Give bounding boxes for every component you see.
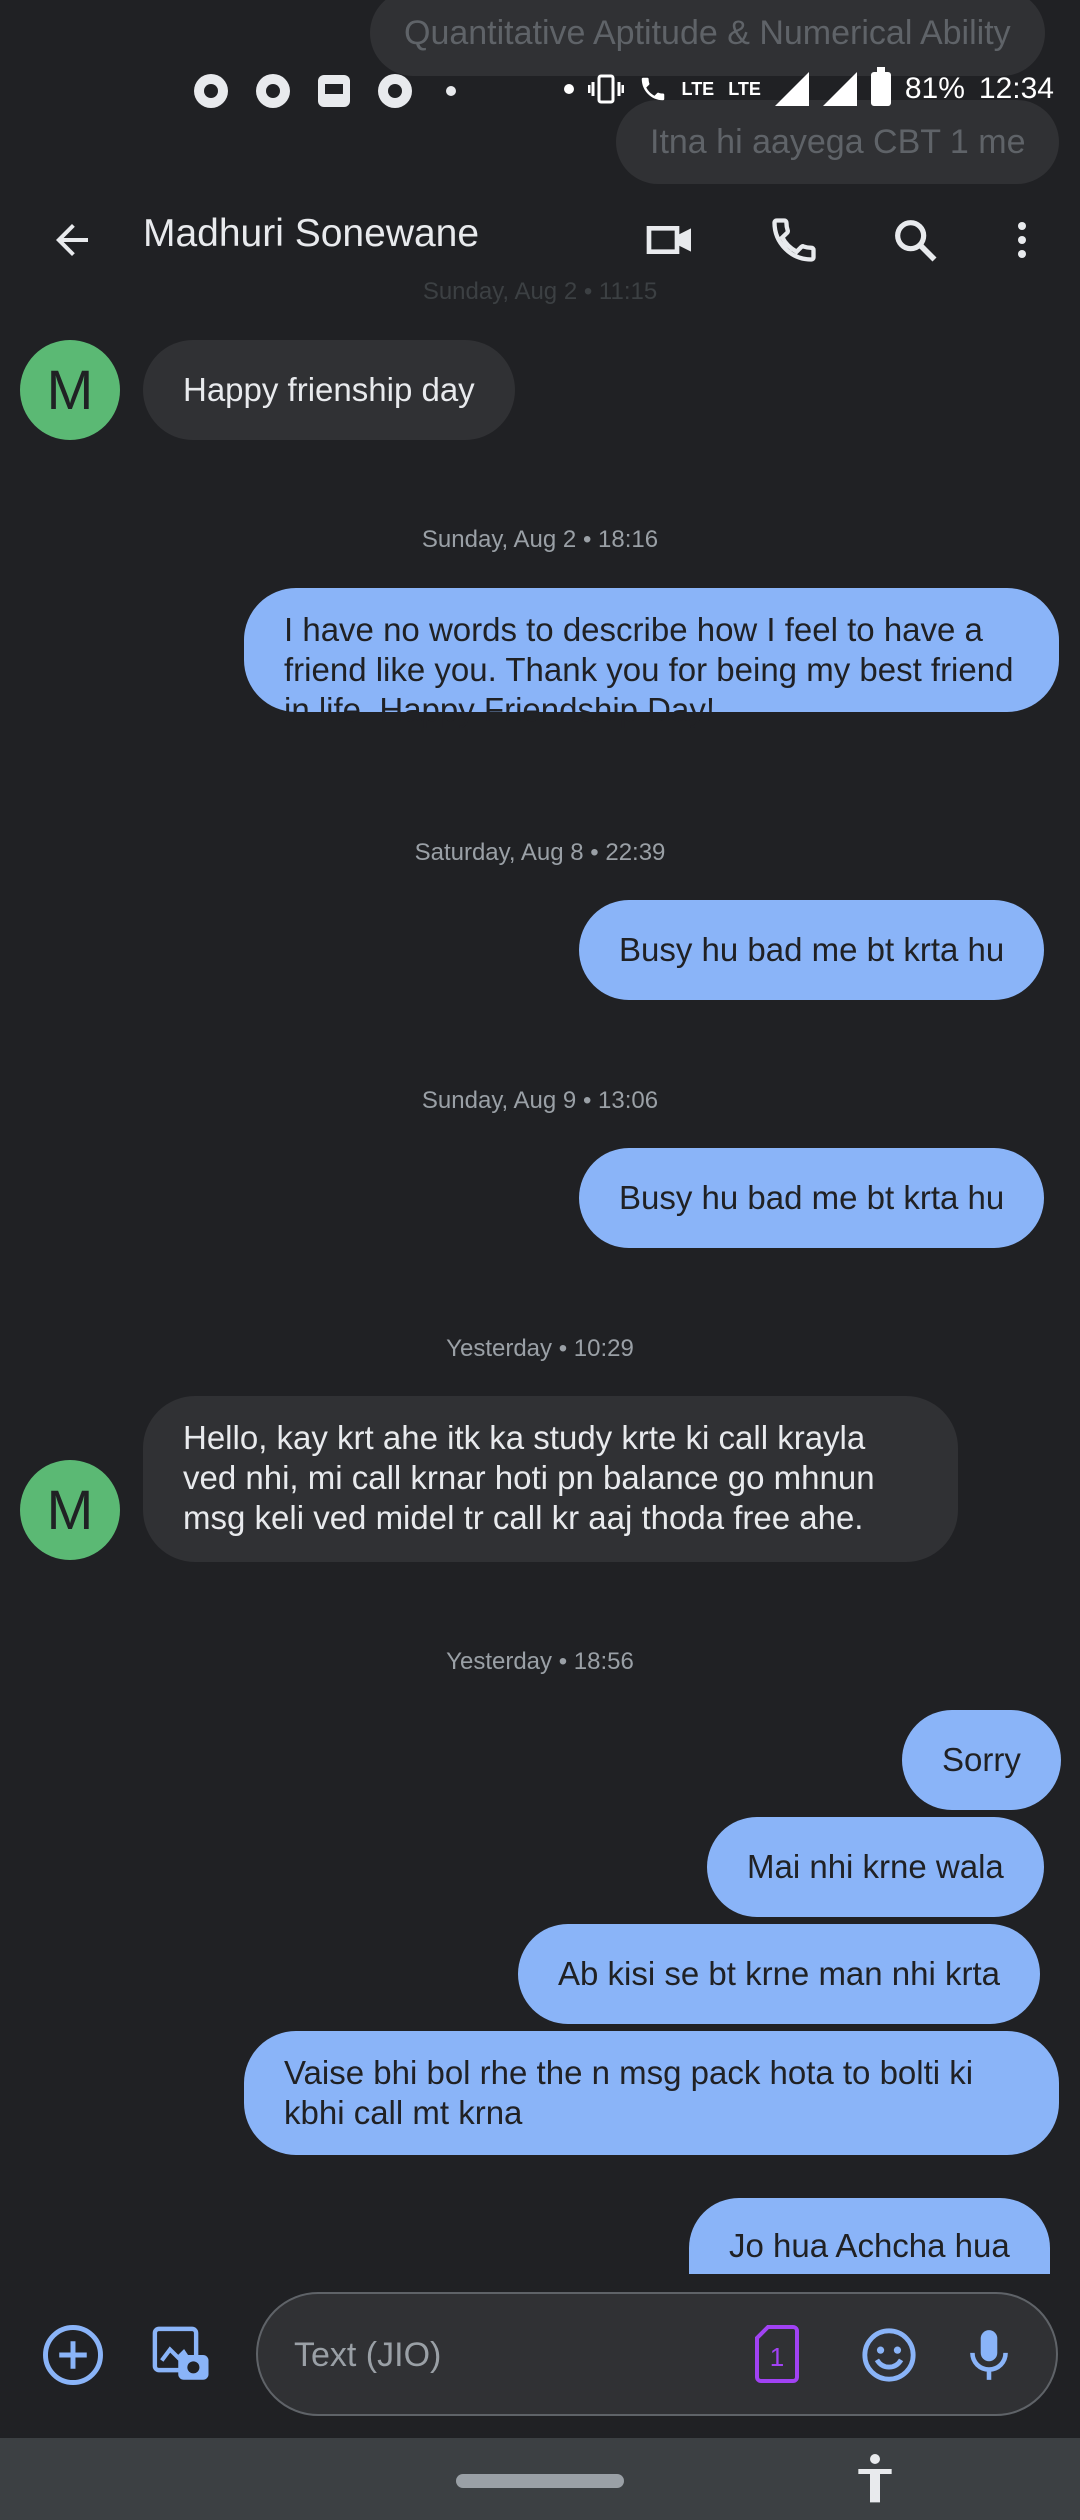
signal-icon xyxy=(822,72,857,106)
chrome-icon xyxy=(194,74,228,108)
emoji-icon[interactable] xyxy=(860,2326,918,2384)
more-notifications-dot xyxy=(446,86,456,96)
add-circle-icon xyxy=(43,2325,103,2385)
video-call-button[interactable] xyxy=(640,210,700,270)
outgoing-message[interactable]: Busy hu bad me bt krta hu xyxy=(579,900,1045,1000)
outgoing-message[interactable]: Vaise bhi bol rhe the n msg pack hota to… xyxy=(244,2031,1059,2155)
incoming-message[interactable]: Happy frienship day xyxy=(143,340,515,440)
back-arrow-icon xyxy=(56,224,88,256)
system-icons: LTE LTE 81% 12:34 xyxy=(563,67,1054,106)
chrome-icon xyxy=(256,74,290,108)
phone-icon xyxy=(772,218,816,262)
lte-indicator: LTE xyxy=(681,79,715,99)
status-bar: LTE LTE 81% 12:34 xyxy=(0,0,1080,190)
voice-call-button[interactable] xyxy=(764,210,824,270)
avatar[interactable]: M xyxy=(20,1460,120,1560)
battery-percent: 81% xyxy=(904,72,965,105)
chrome-icon xyxy=(378,74,412,108)
sim-card-icon[interactable]: 1 xyxy=(754,2324,800,2384)
vibrate-icon xyxy=(587,74,624,104)
outgoing-message[interactable]: Sorry xyxy=(902,1710,1061,1810)
timestamp: Sunday, Aug 2 • 18:16 xyxy=(421,526,659,553)
video-camera-icon xyxy=(646,226,691,254)
message-input[interactable] xyxy=(292,2324,716,2386)
compose-bar: 1 xyxy=(0,2270,1080,2440)
outgoing-message[interactable]: Ab kisi se bt krne man nhi krta xyxy=(518,1924,1041,2024)
sim-number: 1 xyxy=(770,2342,784,2372)
app-bar: Madhuri Sonewane xyxy=(0,190,1080,290)
lte-indicator: LTE xyxy=(728,79,761,99)
signal-icon xyxy=(774,72,809,106)
timestamp: Sunday, Aug 9 • 13:06 xyxy=(421,1087,659,1114)
clock: 12:34 xyxy=(978,72,1054,105)
outgoing-message[interactable]: Jo hua Achcha hua xyxy=(689,2198,1050,2274)
microphone-icon[interactable] xyxy=(964,2326,1014,2384)
gallery-camera-icon xyxy=(152,2326,209,2380)
conversation-title: Madhuri Sonewane xyxy=(143,212,480,255)
timestamp: Yesterday • 18:56 xyxy=(446,1648,634,1675)
more-options-button[interactable] xyxy=(992,210,1052,270)
timestamp: Yesterday • 10:29 xyxy=(446,1335,634,1362)
wifi-calling-icon xyxy=(641,77,664,101)
battery-icon xyxy=(870,67,891,106)
avatar[interactable]: M xyxy=(20,340,120,440)
back-button[interactable] xyxy=(42,210,102,270)
outgoing-message[interactable]: Mai nhi krne wala xyxy=(707,1817,1044,1917)
gallery-button[interactable] xyxy=(148,2322,214,2388)
add-attachment-button[interactable] xyxy=(40,2322,106,2388)
home-gesture-handle[interactable] xyxy=(456,2474,624,2488)
outgoing-message[interactable]: Busy hu bad me bt krta hu xyxy=(579,1148,1045,1248)
timestamp: Saturday, Aug 8 • 22:39 xyxy=(414,839,666,866)
accessibility-icon[interactable] xyxy=(855,2452,895,2506)
message-input-box[interactable]: 1 xyxy=(256,2292,1058,2416)
incoming-message[interactable]: Hello, kay krt ahe itk ka study krte ki … xyxy=(143,1396,958,1562)
dot-icon xyxy=(563,84,574,94)
search-button[interactable] xyxy=(885,210,945,270)
more-vert-icon xyxy=(1018,222,1026,258)
train-icon xyxy=(318,75,350,107)
outgoing-message[interactable]: I have no words to describe how I feel t… xyxy=(244,588,1059,728)
navigation-bar xyxy=(0,2438,1080,2520)
search-icon xyxy=(895,220,937,262)
notification-icons xyxy=(194,74,456,108)
